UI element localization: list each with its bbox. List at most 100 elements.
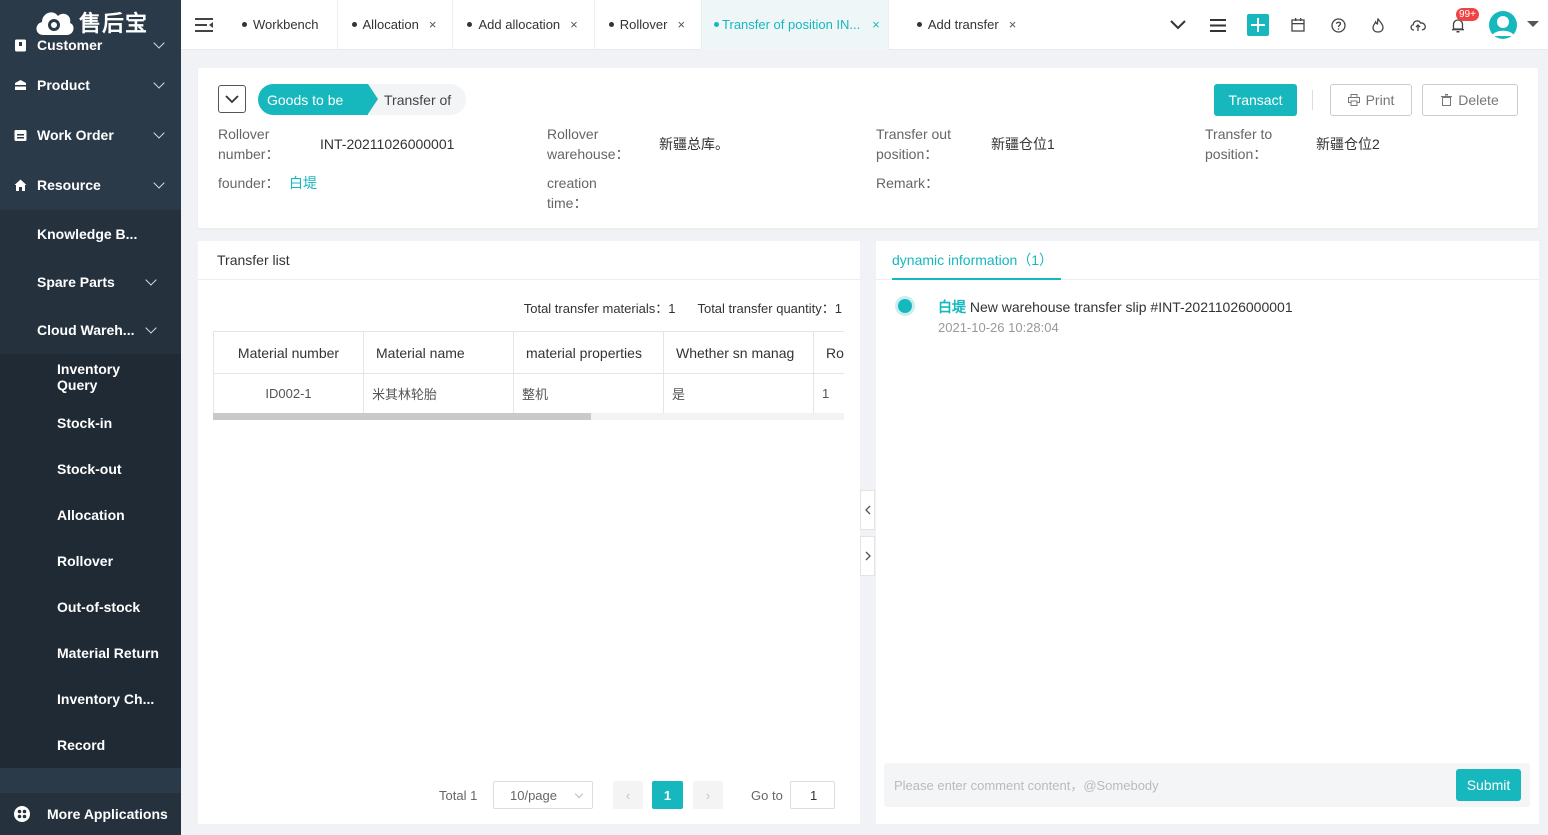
chevron-down-icon [574, 789, 584, 799]
printer-icon [1347, 94, 1360, 106]
sidebar-item-allocation[interactable]: Allocation [0, 492, 181, 538]
app-logo-text: 售后宝 [78, 12, 148, 37]
table-horizontal-scrollbar[interactable] [213, 413, 844, 420]
tab-dot [608, 22, 614, 27]
collapse-right-button[interactable] [860, 536, 875, 576]
avatar [1488, 11, 1517, 39]
sidebar-group-label: Work Order [37, 127, 114, 143]
collapse-header-button[interactable] [218, 85, 246, 113]
scrollbar-thumb[interactable] [213, 413, 591, 420]
transfer-list-title: Transfer list [198, 241, 860, 280]
menu-list-button[interactable] [1198, 0, 1238, 50]
chevron-left-icon [864, 505, 870, 515]
help-button[interactable] [1318, 0, 1358, 50]
dynamic-information-card: dynamic information（1） 白堤 New warehouse … [876, 241, 1539, 824]
sidebar-item-out-of-stock[interactable]: Out-of-stock [0, 584, 181, 630]
table-cell: 1 [813, 373, 844, 414]
sidebar-item-cloud-warehouse[interactable]: Cloud Wareh... [0, 306, 181, 354]
column-header: Material name [363, 331, 514, 374]
prev-page-button[interactable]: ‹ [613, 781, 643, 809]
sidebar-item-label: Stock-in [57, 415, 113, 431]
tab-allocation[interactable]: Allocation × [338, 0, 454, 50]
tab-add-transfer[interactable]: Add transfer × [889, 0, 1032, 50]
sidebar-item-inventory-check[interactable]: Inventory Ch... [0, 676, 181, 722]
submit-label: Submit [1466, 777, 1511, 793]
sidebar-item-label: Inventory Ch... [57, 691, 155, 707]
service-button[interactable] [1358, 0, 1398, 50]
sidebar-group-product[interactable]: Product [0, 60, 181, 110]
tab-workbench[interactable]: Workbench [227, 0, 338, 50]
tab-add-allocation[interactable]: Add allocation × [453, 0, 595, 50]
cloud-warehouse-submenu: Inventory Query Stock-in Stock-out Alloc… [0, 354, 181, 768]
sidebar-item-inventory-query[interactable]: Inventory Query [0, 354, 181, 400]
founder-label: founder： [218, 175, 280, 191]
timeline-user-link[interactable]: 白堤 [938, 299, 966, 315]
tab-dot [242, 22, 247, 27]
product-icon [14, 79, 27, 92]
submit-comment-button[interactable]: Submit [1456, 769, 1521, 801]
tab-rollover[interactable]: Rollover × [595, 0, 703, 50]
sidebar-item-knowledge-base[interactable]: Knowledge B... [0, 210, 181, 258]
tab-label: Allocation [362, 17, 419, 32]
delete-button[interactable]: Delete [1422, 84, 1518, 116]
top-right-tools: 99+ [1158, 0, 1548, 50]
transfer-to-position-value: 新疆仓位2 [1316, 136, 1380, 152]
goto-page-input[interactable]: 1 [790, 781, 835, 809]
close-icon[interactable]: × [677, 17, 685, 32]
column-header: Whether sn manag [663, 331, 814, 374]
sidebar-item-label: Inventory Query [57, 361, 121, 393]
total-quantity: Total transfer quantity：1 [697, 298, 842, 317]
transfer-table-container: Material number Material name material p… [213, 331, 844, 421]
founder-link[interactable]: 白堤 [289, 173, 317, 193]
collapse-left-button[interactable] [860, 490, 875, 530]
sidebar-item-stock-out[interactable]: Stock-out [0, 446, 181, 492]
sidebar-item-record[interactable]: Record [0, 722, 181, 768]
page-number-current[interactable]: 1 [652, 781, 683, 809]
more-applications-label: More Applications [47, 806, 168, 822]
close-icon[interactable]: × [872, 17, 880, 32]
apps-icon [14, 806, 30, 822]
calendar-button[interactable] [1278, 0, 1318, 50]
comment-input[interactable]: Please enter comment content，@Somebody [894, 775, 1159, 794]
notification-badge: 99+ [1456, 8, 1479, 21]
close-icon[interactable]: × [1009, 17, 1017, 32]
column-header: material properties [513, 331, 664, 374]
transfer-to-position-label: Transfer to position： [1205, 126, 1273, 162]
sidebar-item-label: Material Return [57, 645, 159, 661]
menu-toggle-button[interactable] [181, 0, 227, 50]
page-size-select[interactable]: 10/page [493, 781, 593, 809]
column-header: Ro [813, 331, 844, 374]
tab-label: Rollover [619, 17, 668, 32]
caret-down-icon [1526, 21, 1539, 27]
tab-dot [351, 22, 357, 27]
print-button[interactable]: Print [1330, 84, 1412, 116]
customer-icon [14, 39, 27, 52]
work-order-icon [14, 129, 27, 142]
transact-button[interactable]: Transact [1214, 84, 1297, 116]
step-label: Transfer of [384, 91, 452, 108]
tab-transfer-of-position[interactable]: Transfer of position IN... × [702, 0, 889, 50]
sidebar-item-label: Allocation [57, 507, 125, 523]
more-applications-button[interactable]: More Applications [0, 793, 181, 835]
user-menu[interactable] [1478, 0, 1548, 50]
pagination-total: Total 1 [439, 787, 478, 803]
notifications-button[interactable]: 99+ [1438, 0, 1479, 50]
tab-dynamic-information[interactable]: dynamic information（1） [892, 241, 1062, 280]
cloud-sync-button[interactable] [1398, 0, 1438, 50]
sidebar-group-resource[interactable]: Resource [0, 160, 181, 210]
sidebar-item-stock-in[interactable]: Stock-in [0, 400, 181, 446]
sidebar-item-spare-parts[interactable]: Spare Parts [0, 258, 181, 306]
close-icon[interactable]: × [570, 17, 578, 32]
sidebar-group-work-order[interactable]: Work Order [0, 110, 181, 160]
transfer-header-card: Transfer of Goods to be Transact Print D… [198, 68, 1538, 228]
close-icon[interactable]: × [429, 17, 437, 32]
tabs-dropdown-button[interactable] [1158, 0, 1198, 50]
sidebar-item-rollover[interactable]: Rollover [0, 538, 181, 584]
next-page-button[interactable]: › [693, 781, 723, 809]
tab-label: Workbench [253, 17, 319, 32]
sidebar: 售后宝 Customer Product Work Order Resource… [0, 0, 181, 835]
sidebar-item-material-return[interactable]: Material Return [0, 630, 181, 676]
chevron-down-icon [153, 126, 165, 139]
chevron-down-icon [153, 36, 165, 49]
add-new-button[interactable] [1238, 0, 1278, 50]
